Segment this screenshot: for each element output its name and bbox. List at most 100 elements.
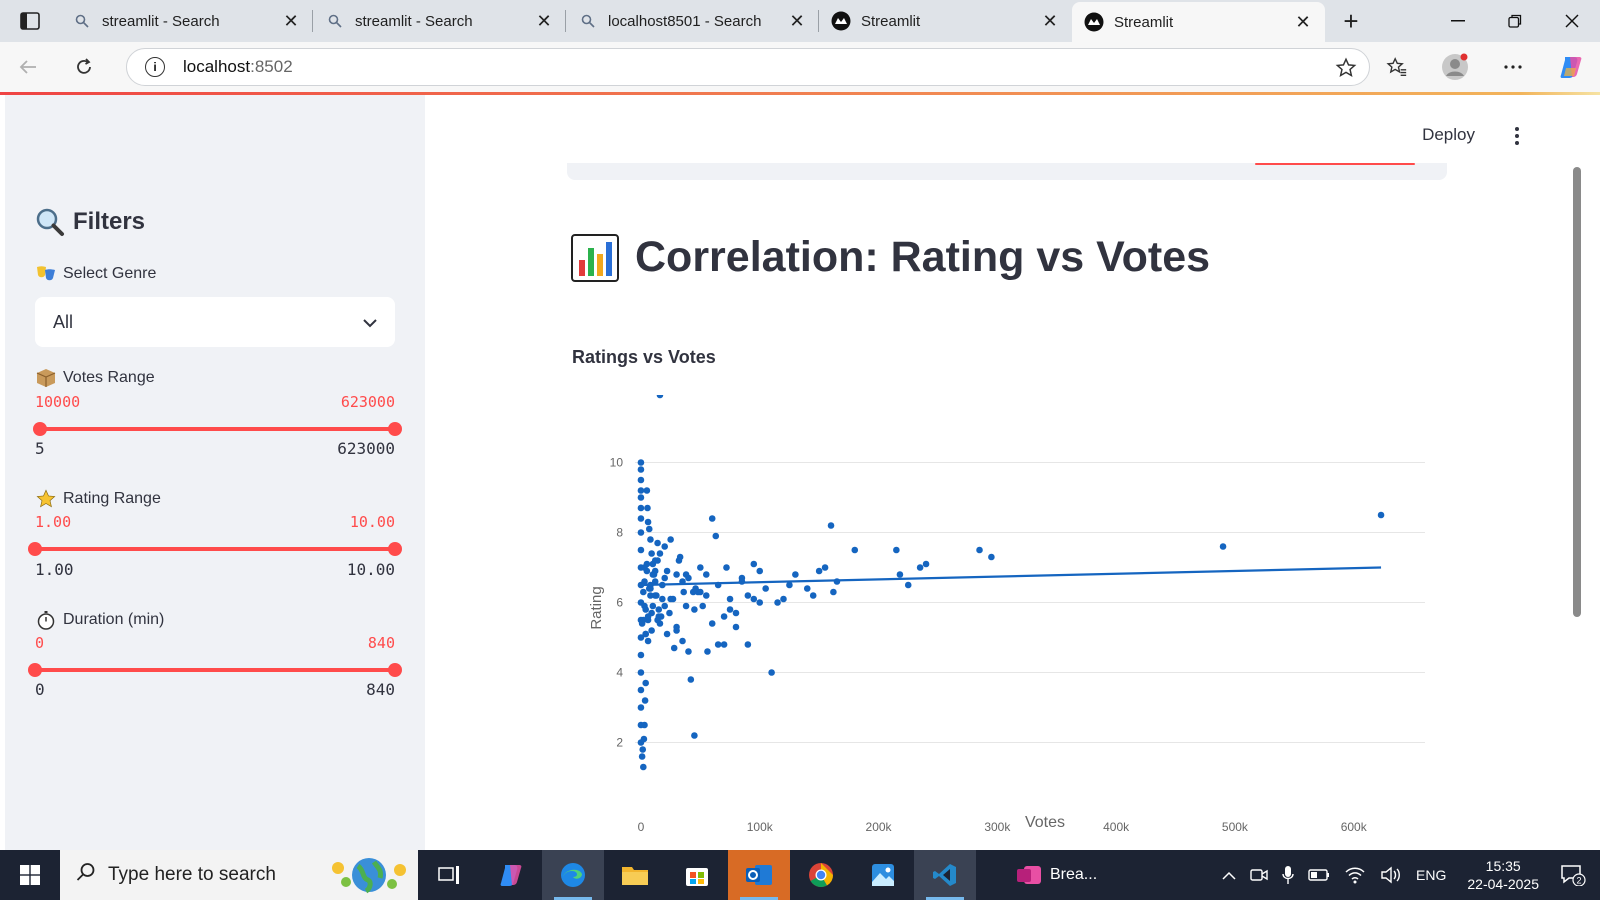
browser-tab[interactable]: streamlit - Search ✕ [313, 0, 566, 42]
data-point [744, 641, 752, 648]
taskbar-open-app[interactable]: Brea... [1006, 850, 1126, 900]
close-icon[interactable]: ✕ [787, 11, 807, 31]
data-point [720, 613, 728, 620]
close-icon[interactable]: ✕ [281, 11, 301, 31]
battery-icon[interactable] [1301, 850, 1337, 900]
new-tab-button[interactable]: + [1325, 0, 1377, 42]
data-point [641, 721, 648, 729]
data-point [670, 644, 678, 652]
chrome-icon[interactable] [790, 850, 852, 900]
data-point [714, 641, 722, 648]
microsoft-store-icon[interactable] [666, 850, 728, 900]
close-icon[interactable]: ✕ [534, 11, 554, 31]
close-icon[interactable]: ✕ [1040, 11, 1060, 31]
data-point [637, 466, 645, 473]
duration-slider-track[interactable] [28, 663, 402, 677]
favorites-icon[interactable] [1368, 42, 1426, 92]
favorite-star-icon[interactable] [1335, 57, 1357, 84]
main-content: Deploy Correlation: Rating vs Votes Rati… [425, 95, 1585, 850]
data-point [756, 567, 764, 575]
votes-min-bound: 5 [35, 439, 45, 458]
x-tick-label: 300k [984, 820, 1011, 834]
genre-label: Select Genre [35, 263, 156, 285]
windows-start-icon[interactable] [0, 850, 60, 900]
rating-slider-track[interactable] [28, 542, 402, 556]
file-explorer-icon[interactable] [604, 850, 666, 900]
back-icon[interactable] [0, 42, 56, 92]
meet-now-icon[interactable] [1243, 850, 1275, 900]
search-icon [76, 862, 96, 888]
data-point [638, 753, 646, 760]
notifications-icon[interactable]: 2 [1553, 850, 1600, 900]
genre-select[interactable]: All [35, 297, 395, 347]
rating-selected-values: 1.00 10.00 [35, 513, 395, 531]
browser-tab[interactable]: Streamlit ✕ [819, 0, 1072, 42]
data-point [691, 606, 698, 613]
y-axis-label: Rating [588, 586, 605, 629]
taskbar-clock[interactable]: 15:35 22-04-2025 [1453, 850, 1553, 900]
photos-icon[interactable] [852, 850, 914, 900]
data-point [648, 550, 655, 557]
page-scrollbar[interactable] [1573, 167, 1581, 617]
data-point [792, 571, 799, 578]
votes-slider-track[interactable] [33, 422, 402, 436]
browser-tab[interactable]: localhost8501 - Search ✕ [566, 0, 819, 42]
data-point [803, 585, 811, 592]
duration-slider-min-handle[interactable] [28, 663, 42, 677]
rating-low-value: 1.00 [35, 513, 72, 531]
task-view-icon[interactable] [418, 850, 480, 900]
language-indicator[interactable]: ENG [1409, 850, 1453, 900]
volume-icon[interactable] [1373, 850, 1409, 900]
more-options-icon[interactable] [1484, 42, 1542, 92]
data-point [642, 606, 649, 613]
y-tick-label: 8 [616, 526, 623, 540]
chevron-up-icon[interactable] [1215, 850, 1243, 900]
deploy-button[interactable]: Deploy [1422, 125, 1475, 145]
main-menu-icon[interactable] [1507, 125, 1527, 147]
microphone-icon[interactable] [1275, 850, 1301, 900]
close-icon[interactable]: ✕ [1293, 12, 1313, 32]
restore-icon[interactable] [1486, 0, 1543, 42]
y-tick-label: 6 [616, 596, 623, 610]
data-point [637, 651, 645, 659]
magnifier-icon [35, 207, 65, 237]
votes-slider-min-handle[interactable] [33, 422, 47, 436]
votes-slider-max-handle[interactable] [388, 422, 402, 436]
taskbar-search-box[interactable]: Type here to search [60, 850, 418, 900]
browser-toolbar-right [1368, 42, 1600, 92]
browser-tab-active[interactable]: Streamlit ✕ [1072, 2, 1325, 42]
close-window-icon[interactable] [1543, 0, 1600, 42]
profile-avatar[interactable] [1426, 42, 1484, 92]
duration-slider-max-handle[interactable] [388, 663, 402, 677]
vscode-icon[interactable] [914, 850, 976, 900]
app-icon [1016, 863, 1042, 887]
rating-slider-min-handle[interactable] [28, 542, 42, 556]
site-info-icon[interactable]: i [145, 57, 165, 77]
browser-tab-strip: streamlit - Search ✕ streamlit - Search … [0, 0, 1600, 42]
data-point [851, 546, 859, 554]
wifi-icon[interactable] [1337, 850, 1373, 900]
sidebar-title-text: Filters [73, 208, 146, 235]
data-point [756, 599, 764, 606]
copilot-taskbar-icon[interactable] [480, 850, 542, 900]
tab-label: streamlit - Search [102, 12, 220, 30]
data-point [647, 536, 654, 543]
url-host: localhost [183, 57, 251, 76]
votes-max-bound: 623000 [337, 439, 395, 458]
y-tick-label: 10 [610, 456, 624, 470]
edge-browser-icon[interactable] [542, 850, 604, 900]
outlook-icon[interactable] [728, 850, 790, 900]
minimize-icon[interactable] [1429, 0, 1486, 42]
rating-slider-max-handle[interactable] [388, 542, 402, 556]
refresh-icon[interactable] [56, 42, 112, 92]
rating-min-bound: 1.00 [35, 560, 74, 579]
browser-tab[interactable]: streamlit - Search ✕ [60, 0, 313, 42]
data-point [738, 574, 746, 582]
url-input[interactable]: i localhost:8502 [126, 48, 1370, 86]
data-point [702, 592, 710, 599]
rating-bounds: 1.00 10.00 [35, 560, 395, 579]
ratings-votes-scatter-chart[interactable]: 0 100k 200k 300k 400k 500k 600k 2 4 6 8 10 Votes R… [565, 395, 1445, 835]
tab-actions-icon[interactable] [0, 0, 60, 42]
copilot-icon[interactable] [1542, 42, 1600, 92]
data-point [637, 529, 645, 536]
